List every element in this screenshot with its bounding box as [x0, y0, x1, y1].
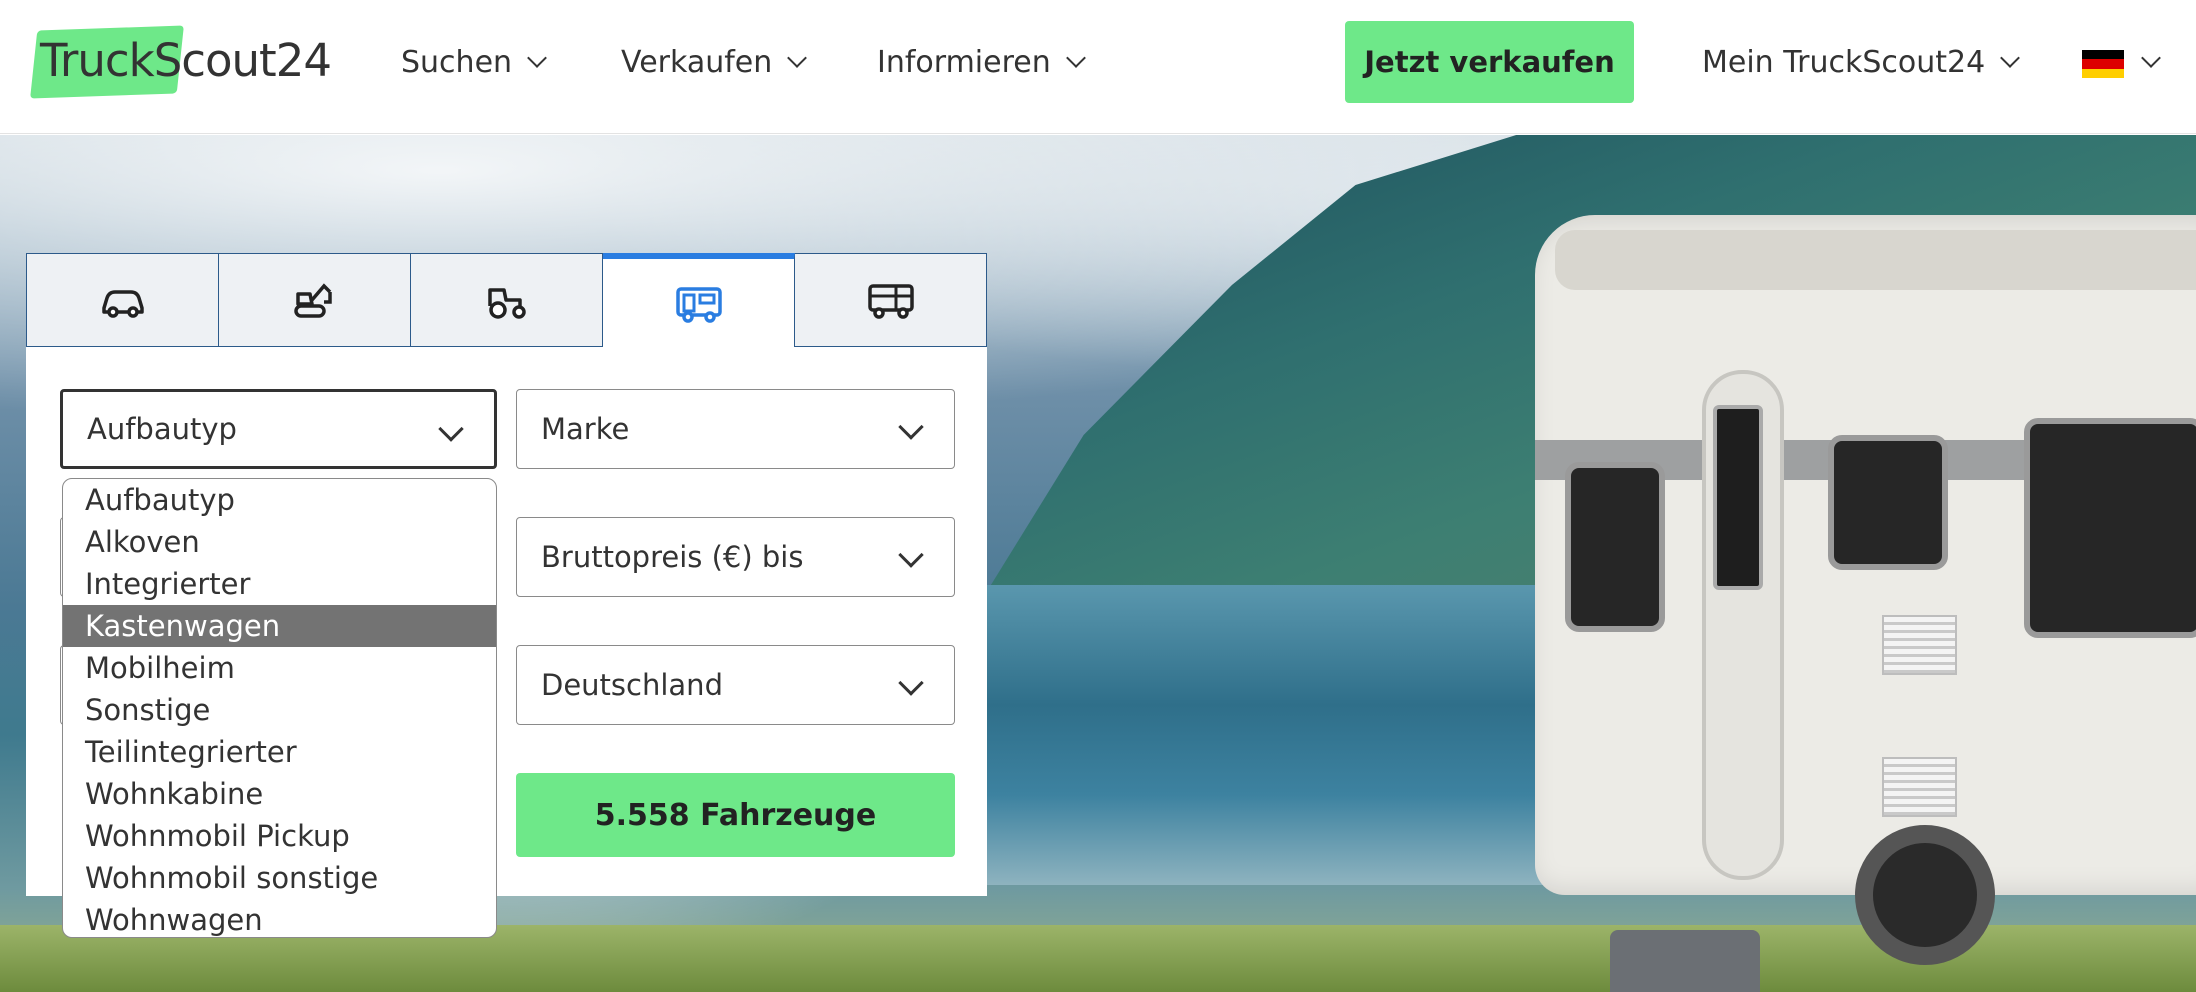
option-kastenwagen[interactable]: Kastenwagen	[63, 605, 496, 647]
tab-construction[interactable]	[219, 253, 411, 347]
price-value: Bruttopreis (€) bis	[541, 540, 804, 574]
vehicle-category-tabs	[26, 253, 987, 347]
chevron-down-icon	[527, 48, 547, 68]
sell-now-button[interactable]: Jetzt verkaufen	[1345, 21, 1634, 103]
logo-text: TruckScout24	[40, 34, 332, 87]
chevron-down-icon	[898, 414, 924, 440]
tab-motorhomes[interactable]	[603, 253, 795, 347]
caravan-wheel	[1855, 825, 1995, 965]
nav-suchen-label: Suchen	[401, 44, 513, 80]
show-results-button[interactable]: 5.558 Fahrzeuge	[516, 773, 955, 857]
option-wohnkabine[interactable]: Wohnkabine	[63, 773, 496, 815]
chevron-down-icon	[898, 542, 924, 568]
tab-cars[interactable]	[26, 253, 219, 347]
nav-verkaufen[interactable]: Verkaufen	[621, 40, 808, 84]
my-account-menu[interactable]: Mein TruckScout24	[1702, 40, 2021, 84]
tab-agriculture[interactable]	[411, 253, 603, 347]
chevron-down-icon	[438, 416, 464, 442]
country-select[interactable]: Deutschland	[516, 645, 955, 725]
chevron-down-icon	[898, 670, 924, 696]
language-chevron[interactable]	[2138, 40, 2161, 84]
body-type-dropdown-list: Aufbautyp Alkoven Integrierter Kastenwag…	[62, 478, 497, 938]
chevron-down-icon	[787, 48, 808, 68]
tab-trucks[interactable]	[795, 253, 987, 347]
body-type-value: Aufbautyp	[87, 412, 237, 446]
option-wohnmobil-pickup[interactable]: Wohnmobil Pickup	[63, 815, 496, 857]
option-aufbautyp[interactable]: Aufbautyp	[63, 479, 496, 521]
chevron-down-icon	[1065, 48, 1086, 68]
price-select[interactable]: Bruttopreis (€) bis	[516, 517, 955, 597]
option-wohnmobil-sonstige[interactable]: Wohnmobil sonstige	[63, 857, 496, 899]
motorhome-icon	[675, 287, 722, 323]
site-header: TruckScout24 Suchen Verkaufen Informiere…	[0, 0, 2196, 134]
option-mobilheim[interactable]: Mobilheim	[63, 647, 496, 689]
caravan-window	[1565, 462, 1665, 632]
truck-icon	[867, 284, 914, 319]
body-type-select[interactable]: Aufbautyp	[60, 389, 497, 469]
option-teilintegrierter[interactable]: Teilintegrierter	[63, 731, 496, 773]
car-icon	[101, 290, 144, 318]
tractor-icon	[487, 288, 526, 319]
brand-select[interactable]: Marke	[516, 389, 955, 469]
option-wohnwagen[interactable]: Wohnwagen	[63, 899, 496, 941]
option-alkoven[interactable]: Alkoven	[63, 521, 496, 563]
caravan-window	[1828, 435, 1948, 570]
caravan-roof	[1555, 230, 2196, 290]
caravan-window	[2024, 418, 2196, 638]
option-integrierter[interactable]: Integrierter	[63, 563, 496, 605]
chevron-down-icon	[2141, 48, 2161, 68]
nav-informieren[interactable]: Informieren	[877, 40, 1086, 84]
chevron-down-icon	[2000, 48, 2021, 68]
country-value: Deutschland	[541, 668, 723, 702]
caravan-vent	[1882, 615, 1957, 675]
nav-suchen[interactable]: Suchen	[401, 40, 547, 84]
nav-verkaufen-label: Verkaufen	[621, 44, 773, 80]
truckscout24-logo[interactable]: TruckScout24	[26, 22, 346, 99]
caravan-vent	[1882, 757, 1957, 817]
nav-informieren-label: Informieren	[877, 44, 1051, 80]
construction-machine-icon	[293, 283, 332, 318]
caravan-step	[1610, 930, 1760, 992]
german-flag-icon[interactable]	[2082, 50, 2124, 78]
brand-value: Marke	[541, 412, 630, 446]
option-sonstige[interactable]: Sonstige	[63, 689, 496, 731]
my-account-label: Mein TruckScout24	[1702, 44, 1986, 80]
caravan-door-window	[1713, 405, 1763, 590]
